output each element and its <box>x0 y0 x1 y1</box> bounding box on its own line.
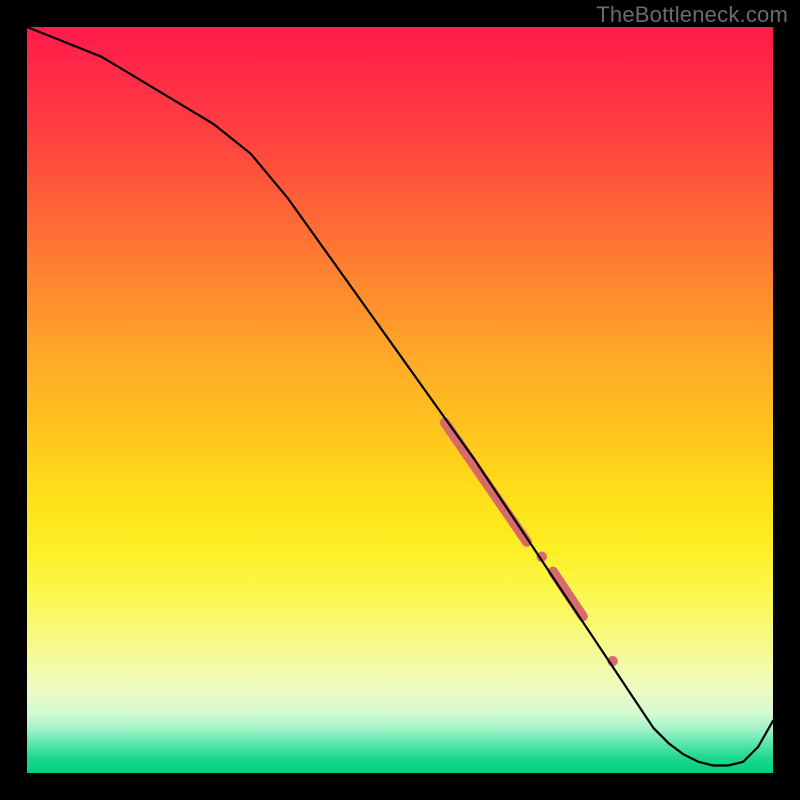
highlight-segment <box>553 572 583 617</box>
chart-svg <box>27 27 773 773</box>
watermark-text: TheBottleneck.com <box>596 2 788 28</box>
bottleneck-curve <box>27 27 773 766</box>
highlight-segment <box>445 422 527 541</box>
chart-frame: TheBottleneck.com <box>0 0 800 800</box>
plot-area <box>27 27 773 773</box>
